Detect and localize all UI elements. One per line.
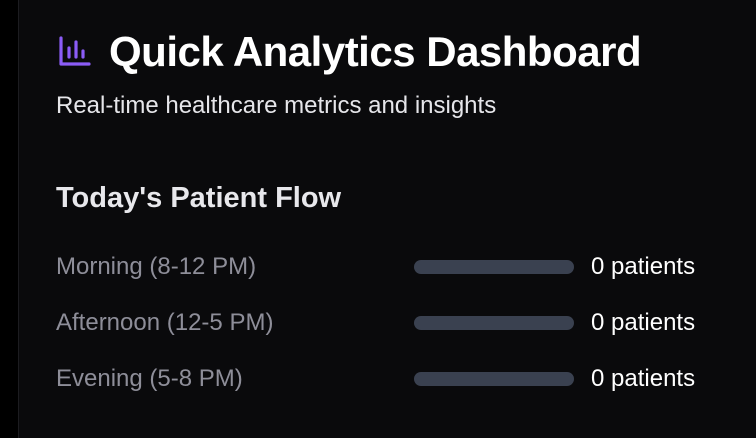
flow-label: Afternoon (12-5 PM) bbox=[56, 309, 274, 336]
page-title: Quick Analytics Dashboard bbox=[109, 28, 642, 75]
flow-progress-bar bbox=[414, 316, 574, 330]
patient-flow-title: Today's Patient Flow bbox=[56, 182, 342, 214]
analytics-panel: Quick Analytics Dashboard Real-time heal… bbox=[18, 0, 756, 438]
flow-row-morning: Morning (8-12 PM) 0 patients bbox=[56, 250, 722, 284]
flow-count: 0 patients bbox=[591, 250, 695, 284]
flow-label: Morning (8-12 PM) bbox=[56, 253, 257, 280]
flow-label: Evening (5-8 PM) bbox=[56, 365, 243, 392]
flow-row-evening: Evening (5-8 PM) 0 patients bbox=[56, 362, 722, 396]
page-subtitle: Real-time healthcare metrics and insight… bbox=[56, 92, 497, 119]
flow-count-unit: patients bbox=[611, 253, 696, 280]
flow-row-afternoon: Afternoon (12-5 PM) 0 patients bbox=[56, 306, 722, 340]
dashboard-header: Quick Analytics Dashboard bbox=[57, 26, 642, 78]
flow-count-value: 0 bbox=[591, 365, 605, 392]
flow-count-value: 0 bbox=[591, 253, 605, 280]
bar-chart-icon bbox=[57, 34, 93, 70]
flow-count-unit: patients bbox=[611, 365, 696, 392]
flow-count-unit: patients bbox=[611, 309, 696, 336]
flow-progress-bar bbox=[414, 372, 574, 386]
flow-progress-bar bbox=[414, 260, 574, 274]
flow-count: 0 patients bbox=[591, 362, 695, 396]
flow-count-value: 0 bbox=[591, 309, 605, 336]
flow-count: 0 patients bbox=[591, 306, 695, 340]
